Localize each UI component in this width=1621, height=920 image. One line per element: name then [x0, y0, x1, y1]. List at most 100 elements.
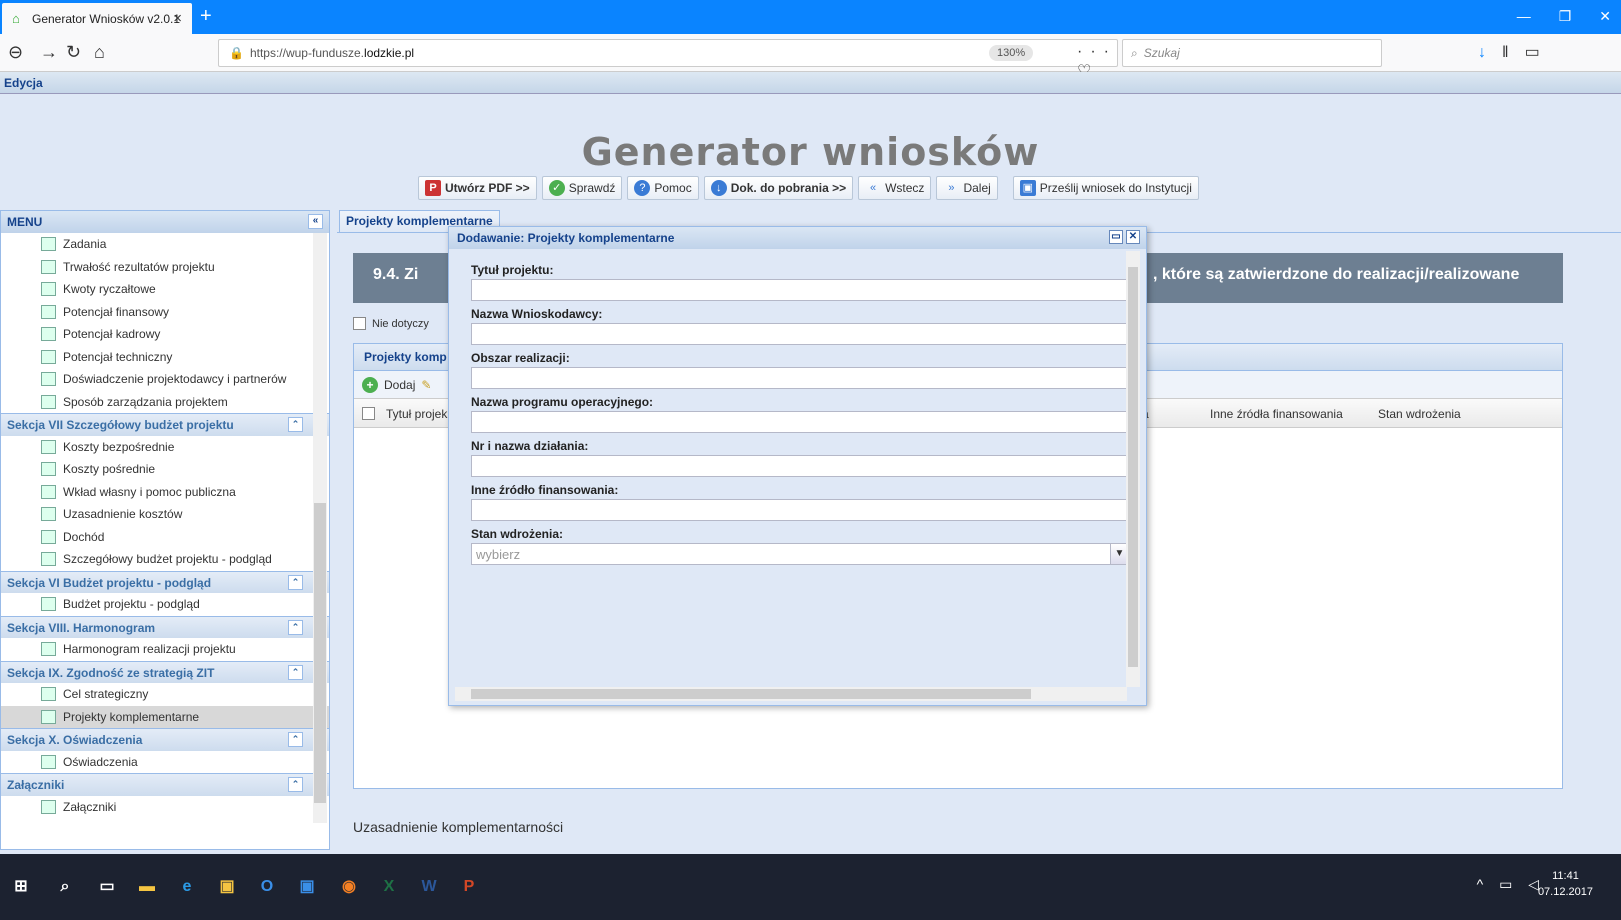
- downloads-button[interactable]: ↓ Dok. do pobrania >>: [703, 176, 854, 200]
- collapse-section-icon[interactable]: ⌃: [288, 664, 303, 680]
- back-button[interactable]: « Wstecz: [858, 176, 932, 200]
- send-button[interactable]: ▣ Prześlij wniosek do Instytucji: [1012, 176, 1199, 200]
- next-button[interactable]: » Dalej: [936, 176, 998, 200]
- browser-tab-bar: ⌂ Generator Wniosków v2.0.1 × + — ❐ ✕: [0, 0, 1621, 34]
- sidebar-item[interactable]: Koszty bezpośrednie: [1, 436, 329, 459]
- sidebar-item[interactable]: Oświadczenia: [1, 751, 329, 774]
- checkbox-box[interactable]: [353, 317, 366, 330]
- windows-start-icon[interactable]: ⊞: [6, 872, 36, 902]
- dialog-horizontal-scrollbar[interactable]: [455, 687, 1127, 701]
- maximize-icon[interactable]: ▭: [1109, 230, 1123, 244]
- search-input[interactable]: ⌕ Szukaj: [1122, 39, 1382, 67]
- restore-icon[interactable]: ❐: [1559, 8, 1572, 25]
- sidebar-item[interactable]: Koszty pośrednie: [1, 458, 329, 481]
- menu-section-header[interactable]: Załączniki ⌃: [1, 773, 329, 796]
- help-button[interactable]: ? Pomoc: [627, 176, 699, 200]
- downloads-icon[interactable]: ↓: [1478, 44, 1502, 61]
- applicant-input[interactable]: [471, 323, 1129, 345]
- sidebar-item[interactable]: Potencjał kadrowy: [1, 323, 329, 346]
- dialog-close-icon[interactable]: ✕: [1126, 230, 1140, 244]
- firefox-icon[interactable]: ◉: [334, 872, 364, 902]
- dialog-vscroll-thumb[interactable]: [1128, 267, 1138, 667]
- sidebar-item[interactable]: Potencjał techniczny: [1, 346, 329, 369]
- area-input[interactable]: [471, 367, 1129, 389]
- sidebar-item[interactable]: Kwoty ryczałtowe: [1, 278, 329, 301]
- collapse-section-icon[interactable]: ⌃: [288, 417, 303, 432]
- collapse-section-icon[interactable]: ⌃: [288, 732, 303, 747]
- state-select[interactable]: wybierz ▼: [471, 543, 1129, 565]
- url-bar[interactable]: 🔒 https://wup-fundusze. lodzkie.pl 130% ·…: [218, 39, 1118, 100]
- form-icon: [41, 282, 56, 296]
- forward-icon[interactable]: →: [40, 42, 58, 63]
- search-taskbar-icon[interactable]: ⌕: [50, 872, 80, 902]
- outlook-icon[interactable]: O: [252, 872, 282, 902]
- not-applicable-checkbox[interactable]: Nie dotyczy: [353, 317, 429, 330]
- word-icon[interactable]: W: [414, 872, 444, 902]
- menu-section-header[interactable]: Sekcja VII Szczegółowy budżet projektu ⌃: [1, 413, 329, 436]
- menu-section-header[interactable]: Sekcja VIII. Harmonogram ⌃: [1, 615, 329, 638]
- project-title-input[interactable]: [471, 279, 1129, 301]
- system-tray-icon[interactable]: ^ ▭ ◁: [1477, 876, 1545, 893]
- sidebar-scroll-thumb[interactable]: [314, 503, 326, 803]
- sidebar-item[interactable]: Harmonogram realizacji projektu: [1, 638, 329, 661]
- home-icon[interactable]: ⌂: [94, 42, 105, 63]
- new-tab-icon[interactable]: +: [200, 5, 212, 28]
- browser-tab[interactable]: ⌂ Generator Wniosków v2.0.1 ×: [2, 3, 192, 34]
- task-view-icon[interactable]: ▭: [92, 872, 122, 902]
- sidebar-item[interactable]: Szczegółowy budżet projektu - podgląd: [1, 548, 329, 571]
- sidebar-item[interactable]: Sposób zarządzania projektem: [1, 391, 329, 414]
- create-pdf-button[interactable]: P Utwórz PDF >>: [418, 176, 537, 200]
- sidebar-item[interactable]: Doświadczenie projektodawcy i partnerów: [1, 368, 329, 391]
- sidebar-item[interactable]: Załączniki: [1, 796, 329, 819]
- col-other-funding[interactable]: Inne źródła finansowania: [1210, 407, 1343, 421]
- powerpoint-icon[interactable]: P: [454, 872, 484, 902]
- sidebar-item[interactable]: Zadania: [1, 233, 329, 256]
- back-icon[interactable]: ⊖: [8, 42, 23, 63]
- action-input[interactable]: [471, 455, 1129, 477]
- select-all-checkbox[interactable]: [362, 407, 375, 420]
- add-icon[interactable]: +: [362, 376, 378, 393]
- excel-icon[interactable]: X: [374, 872, 404, 902]
- collapse-menu-icon[interactable]: «: [308, 214, 323, 229]
- collapse-section-icon[interactable]: ⌃: [288, 619, 303, 635]
- collapse-section-icon[interactable]: ⌃: [288, 574, 303, 590]
- col-state[interactable]: Stan wdrożenia: [1378, 407, 1461, 421]
- dialog-hscroll-thumb[interactable]: [471, 689, 1031, 699]
- edit-icon[interactable]: ✎: [421, 378, 431, 392]
- zoom-indicator[interactable]: 130%: [989, 45, 1034, 61]
- store-icon[interactable]: ▣: [212, 872, 242, 902]
- edge-icon[interactable]: e: [172, 872, 202, 902]
- menu-section-header[interactable]: Sekcja IX. Zgodność ze strategią ZIT ⌃: [1, 660, 329, 683]
- sidebar-scrollbar[interactable]: [313, 233, 327, 823]
- menu-section-header[interactable]: Sekcja X. Oświadczenia ⌃: [1, 728, 329, 751]
- window-close-icon[interactable]: ✕: [1599, 8, 1611, 25]
- minimize-icon[interactable]: —: [1517, 8, 1531, 25]
- menu-section-header[interactable]: Sekcja VI Budżet projektu - podgląd ⌃: [1, 570, 329, 593]
- sidebar-item[interactable]: Dochód: [1, 526, 329, 549]
- check-icon: ✓: [548, 180, 565, 196]
- dialog-vertical-scrollbar[interactable]: [1126, 251, 1140, 687]
- applicant-label: Nazwa Wnioskodawcy:: [471, 307, 603, 321]
- close-tab-icon[interactable]: ×: [173, 10, 182, 27]
- sidebar-icon[interactable]: ▭: [1525, 44, 1556, 61]
- sidebar-item[interactable]: Wkład własny i pomoc publiczna: [1, 481, 329, 504]
- col-title[interactable]: Tytuł projek: [386, 407, 447, 421]
- sidebar-item-label: Wkład własny i pomoc publiczna: [63, 484, 236, 499]
- sidebar-item[interactable]: Uzasadnienie kosztów: [1, 503, 329, 526]
- collapse-section-icon[interactable]: ⌃: [288, 777, 303, 792]
- sidebar-item[interactable]: Trwałość rezultatów projektu: [1, 256, 329, 279]
- file-explorer-icon[interactable]: ▬: [132, 872, 162, 902]
- add-button[interactable]: Dodaj: [384, 378, 415, 392]
- clock[interactable]: 11:41 07.12.2017: [1538, 868, 1593, 900]
- reload-icon[interactable]: ↻: [66, 42, 81, 63]
- app-icon[interactable]: ▣: [292, 872, 322, 902]
- dialog-form: Tytuł projektu: Nazwa Wnioskodawcy: Obsz…: [455, 251, 1141, 687]
- sidebar-item[interactable]: Budżet projektu - podgląd: [1, 593, 329, 616]
- sidebar-item[interactable]: Potencjał finansowy: [1, 301, 329, 324]
- program-input[interactable]: [471, 411, 1129, 433]
- sidebar-item[interactable]: Projekty komplementarne: [1, 705, 329, 728]
- sidebar-item[interactable]: Cel strategiczny: [1, 683, 329, 706]
- library-icon[interactable]: ‖: [1502, 44, 1525, 61]
- check-button[interactable]: ✓ Sprawdź: [541, 176, 623, 200]
- funding-input[interactable]: [471, 499, 1129, 521]
